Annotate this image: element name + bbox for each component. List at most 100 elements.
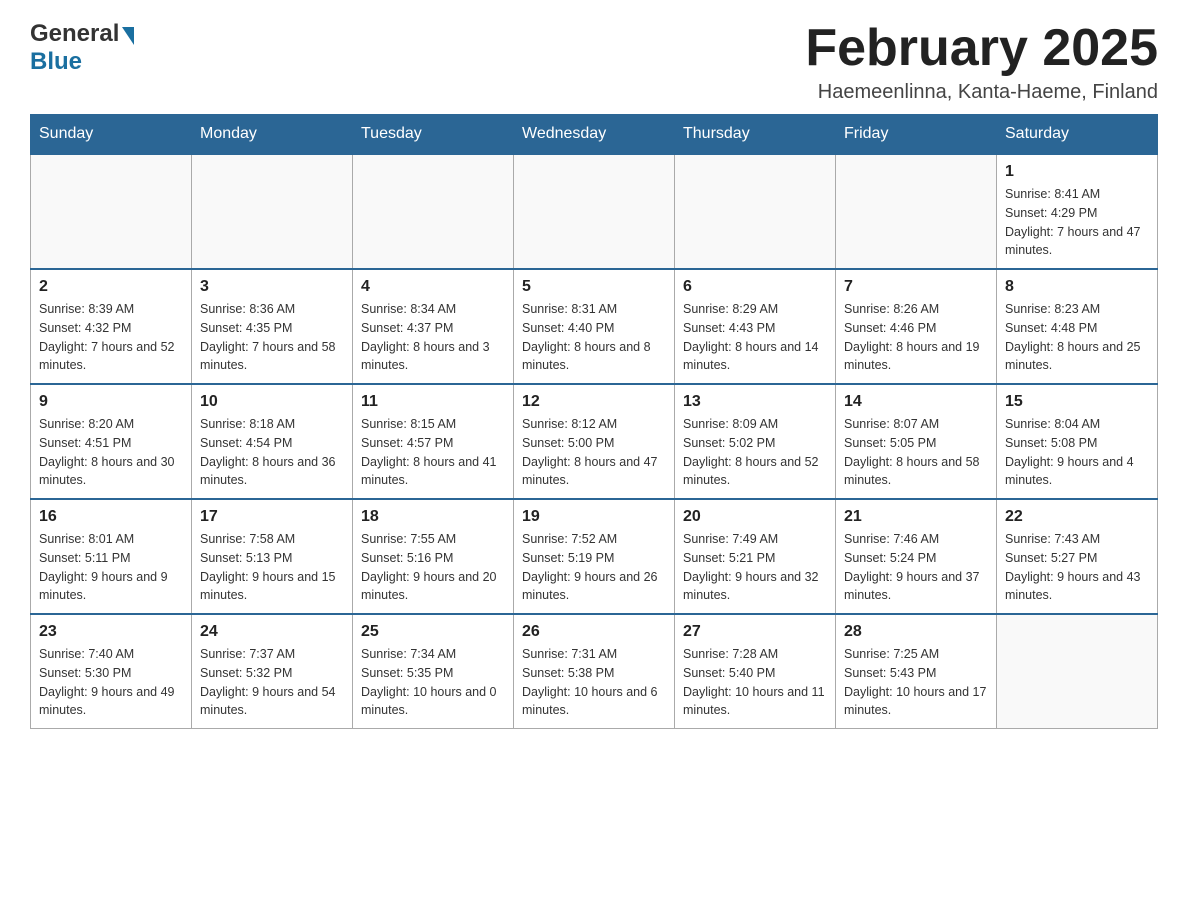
day-info: Sunrise: 8:18 AMSunset: 4:54 PMDaylight:… bbox=[200, 415, 344, 490]
day-info: Sunrise: 7:58 AMSunset: 5:13 PMDaylight:… bbox=[200, 530, 344, 605]
calendar-cell: 4 Sunrise: 8:34 AMSunset: 4:37 PMDaylight… bbox=[353, 269, 514, 384]
day-info: Sunrise: 8:31 AMSunset: 4:40 PMDaylight:… bbox=[522, 300, 666, 375]
day-info: Sunrise: 8:12 AMSunset: 5:00 PMDaylight:… bbox=[522, 415, 666, 490]
calendar-cell: 6 Sunrise: 8:29 AMSunset: 4:43 PMDaylight… bbox=[675, 269, 836, 384]
weekday-header-sunday: Sunday bbox=[31, 115, 192, 155]
weekday-header-thursday: Thursday bbox=[675, 115, 836, 155]
day-number: 12 bbox=[522, 393, 666, 411]
day-info: Sunrise: 8:29 AMSunset: 4:43 PMDaylight:… bbox=[683, 300, 827, 375]
day-number: 7 bbox=[844, 278, 988, 296]
day-info: Sunrise: 7:52 AMSunset: 5:19 PMDaylight:… bbox=[522, 530, 666, 605]
logo: General Blue bbox=[30, 20, 134, 76]
title-section: February 2025 Haemeenlinna, Kanta-Haeme,… bbox=[805, 20, 1158, 104]
calendar-cell: 21 Sunrise: 7:46 AMSunset: 5:24 PMDayligh… bbox=[836, 499, 997, 614]
day-info: Sunrise: 8:20 AMSunset: 4:51 PMDaylight:… bbox=[39, 415, 183, 490]
calendar-cell bbox=[31, 154, 192, 269]
calendar-table: SundayMondayTuesdayWednesdayThursdayFrid… bbox=[30, 114, 1158, 729]
day-info: Sunrise: 8:23 AMSunset: 4:48 PMDaylight:… bbox=[1005, 300, 1149, 375]
day-info: Sunrise: 8:01 AMSunset: 5:11 PMDaylight:… bbox=[39, 530, 183, 605]
calendar-cell bbox=[514, 154, 675, 269]
calendar-week-row: 1 Sunrise: 8:41 AMSunset: 4:29 PMDaylight… bbox=[31, 154, 1158, 269]
calendar-cell: 17 Sunrise: 7:58 AMSunset: 5:13 PMDayligh… bbox=[192, 499, 353, 614]
day-number: 6 bbox=[683, 278, 827, 296]
day-number: 11 bbox=[361, 393, 505, 411]
day-number: 20 bbox=[683, 508, 827, 526]
day-number: 23 bbox=[39, 623, 183, 641]
day-number: 19 bbox=[522, 508, 666, 526]
day-info: Sunrise: 8:15 AMSunset: 4:57 PMDaylight:… bbox=[361, 415, 505, 490]
day-info: Sunrise: 7:34 AMSunset: 5:35 PMDaylight:… bbox=[361, 645, 505, 720]
calendar-cell: 12 Sunrise: 8:12 AMSunset: 5:00 PMDayligh… bbox=[514, 384, 675, 499]
day-info: Sunrise: 8:34 AMSunset: 4:37 PMDaylight:… bbox=[361, 300, 505, 375]
day-info: Sunrise: 8:26 AMSunset: 4:46 PMDaylight:… bbox=[844, 300, 988, 375]
weekday-header-wednesday: Wednesday bbox=[514, 115, 675, 155]
calendar-cell: 23 Sunrise: 7:40 AMSunset: 5:30 PMDayligh… bbox=[31, 614, 192, 729]
calendar-cell bbox=[192, 154, 353, 269]
calendar-title: February 2025 bbox=[805, 20, 1158, 77]
day-number: 4 bbox=[361, 278, 505, 296]
day-number: 17 bbox=[200, 508, 344, 526]
day-number: 22 bbox=[1005, 508, 1149, 526]
calendar-week-row: 23 Sunrise: 7:40 AMSunset: 5:30 PMDayligh… bbox=[31, 614, 1158, 729]
calendar-cell: 5Sunrise: 8:31 AMSunset: 4:40 PMDaylight… bbox=[514, 269, 675, 384]
day-info: Sunrise: 8:41 AMSunset: 4:29 PMDaylight:… bbox=[1005, 185, 1149, 260]
calendar-cell: 13 Sunrise: 8:09 AMSunset: 5:02 PMDayligh… bbox=[675, 384, 836, 499]
calendar-header: SundayMondayTuesdayWednesdayThursdayFrid… bbox=[31, 115, 1158, 155]
calendar-cell: 3 Sunrise: 8:36 AMSunset: 4:35 PMDaylight… bbox=[192, 269, 353, 384]
day-info: Sunrise: 7:40 AMSunset: 5:30 PMDaylight:… bbox=[39, 645, 183, 720]
day-number: 25 bbox=[361, 623, 505, 641]
weekday-header-row: SundayMondayTuesdayWednesdayThursdayFrid… bbox=[31, 115, 1158, 155]
day-number: 3 bbox=[200, 278, 344, 296]
day-number: 27 bbox=[683, 623, 827, 641]
calendar-body: 1 Sunrise: 8:41 AMSunset: 4:29 PMDaylight… bbox=[31, 154, 1158, 729]
calendar-cell: 15 Sunrise: 8:04 AMSunset: 5:08 PMDayligh… bbox=[997, 384, 1158, 499]
day-info: Sunrise: 7:28 AMSunset: 5:40 PMDaylight:… bbox=[683, 645, 827, 720]
day-number: 10 bbox=[200, 393, 344, 411]
calendar-cell: 2 Sunrise: 8:39 AMSunset: 4:32 PMDaylight… bbox=[31, 269, 192, 384]
day-info: Sunrise: 8:07 AMSunset: 5:05 PMDaylight:… bbox=[844, 415, 988, 490]
calendar-cell bbox=[997, 614, 1158, 729]
day-info: Sunrise: 8:39 AMSunset: 4:32 PMDaylight:… bbox=[39, 300, 183, 375]
logo-blue-text: Blue bbox=[30, 48, 82, 76]
day-number: 24 bbox=[200, 623, 344, 641]
day-info: Sunrise: 7:49 AMSunset: 5:21 PMDaylight:… bbox=[683, 530, 827, 605]
weekday-header-saturday: Saturday bbox=[997, 115, 1158, 155]
weekday-header-monday: Monday bbox=[192, 115, 353, 155]
calendar-week-row: 9 Sunrise: 8:20 AMSunset: 4:51 PMDaylight… bbox=[31, 384, 1158, 499]
day-info: Sunrise: 8:36 AMSunset: 4:35 PMDaylight:… bbox=[200, 300, 344, 375]
day-info: Sunrise: 7:46 AMSunset: 5:24 PMDaylight:… bbox=[844, 530, 988, 605]
calendar-cell: 18 Sunrise: 7:55 AMSunset: 5:16 PMDayligh… bbox=[353, 499, 514, 614]
calendar-cell: 1 Sunrise: 8:41 AMSunset: 4:29 PMDaylight… bbox=[997, 154, 1158, 269]
calendar-cell: 26 Sunrise: 7:31 AMSunset: 5:38 PMDayligh… bbox=[514, 614, 675, 729]
day-number: 13 bbox=[683, 393, 827, 411]
calendar-cell: 10 Sunrise: 8:18 AMSunset: 4:54 PMDayligh… bbox=[192, 384, 353, 499]
calendar-subtitle: Haemeenlinna, Kanta-Haeme, Finland bbox=[805, 81, 1158, 104]
day-number: 14 bbox=[844, 393, 988, 411]
calendar-cell bbox=[353, 154, 514, 269]
day-info: Sunrise: 7:25 AMSunset: 5:43 PMDaylight:… bbox=[844, 645, 988, 720]
day-number: 2 bbox=[39, 278, 183, 296]
day-info: Sunrise: 8:09 AMSunset: 5:02 PMDaylight:… bbox=[683, 415, 827, 490]
day-number: 9 bbox=[39, 393, 183, 411]
calendar-cell: 25 Sunrise: 7:34 AMSunset: 5:35 PMDayligh… bbox=[353, 614, 514, 729]
calendar-cell: 9 Sunrise: 8:20 AMSunset: 4:51 PMDaylight… bbox=[31, 384, 192, 499]
page-header: General Blue February 2025 Haemeenlinna,… bbox=[30, 20, 1158, 104]
day-info: Sunrise: 7:43 AMSunset: 5:27 PMDaylight:… bbox=[1005, 530, 1149, 605]
day-info: Sunrise: 7:55 AMSunset: 5:16 PMDaylight:… bbox=[361, 530, 505, 605]
calendar-cell bbox=[675, 154, 836, 269]
calendar-cell: 8Sunrise: 8:23 AMSunset: 4:48 PMDaylight… bbox=[997, 269, 1158, 384]
day-number: 15 bbox=[1005, 393, 1149, 411]
day-info: Sunrise: 8:04 AMSunset: 5:08 PMDaylight:… bbox=[1005, 415, 1149, 490]
day-number: 26 bbox=[522, 623, 666, 641]
day-info: Sunrise: 7:31 AMSunset: 5:38 PMDaylight:… bbox=[522, 645, 666, 720]
logo-triangle-icon bbox=[122, 27, 134, 45]
day-number: 28 bbox=[844, 623, 988, 641]
day-number: 1 bbox=[1005, 163, 1149, 181]
calendar-cell: 7 Sunrise: 8:26 AMSunset: 4:46 PMDaylight… bbox=[836, 269, 997, 384]
day-number: 18 bbox=[361, 508, 505, 526]
logo-general-text: General bbox=[30, 20, 119, 48]
day-info: Sunrise: 7:37 AMSunset: 5:32 PMDaylight:… bbox=[200, 645, 344, 720]
calendar-cell: 14 Sunrise: 8:07 AMSunset: 5:05 PMDayligh… bbox=[836, 384, 997, 499]
day-number: 21 bbox=[844, 508, 988, 526]
calendar-cell: 16Sunrise: 8:01 AMSunset: 5:11 PMDayligh… bbox=[31, 499, 192, 614]
